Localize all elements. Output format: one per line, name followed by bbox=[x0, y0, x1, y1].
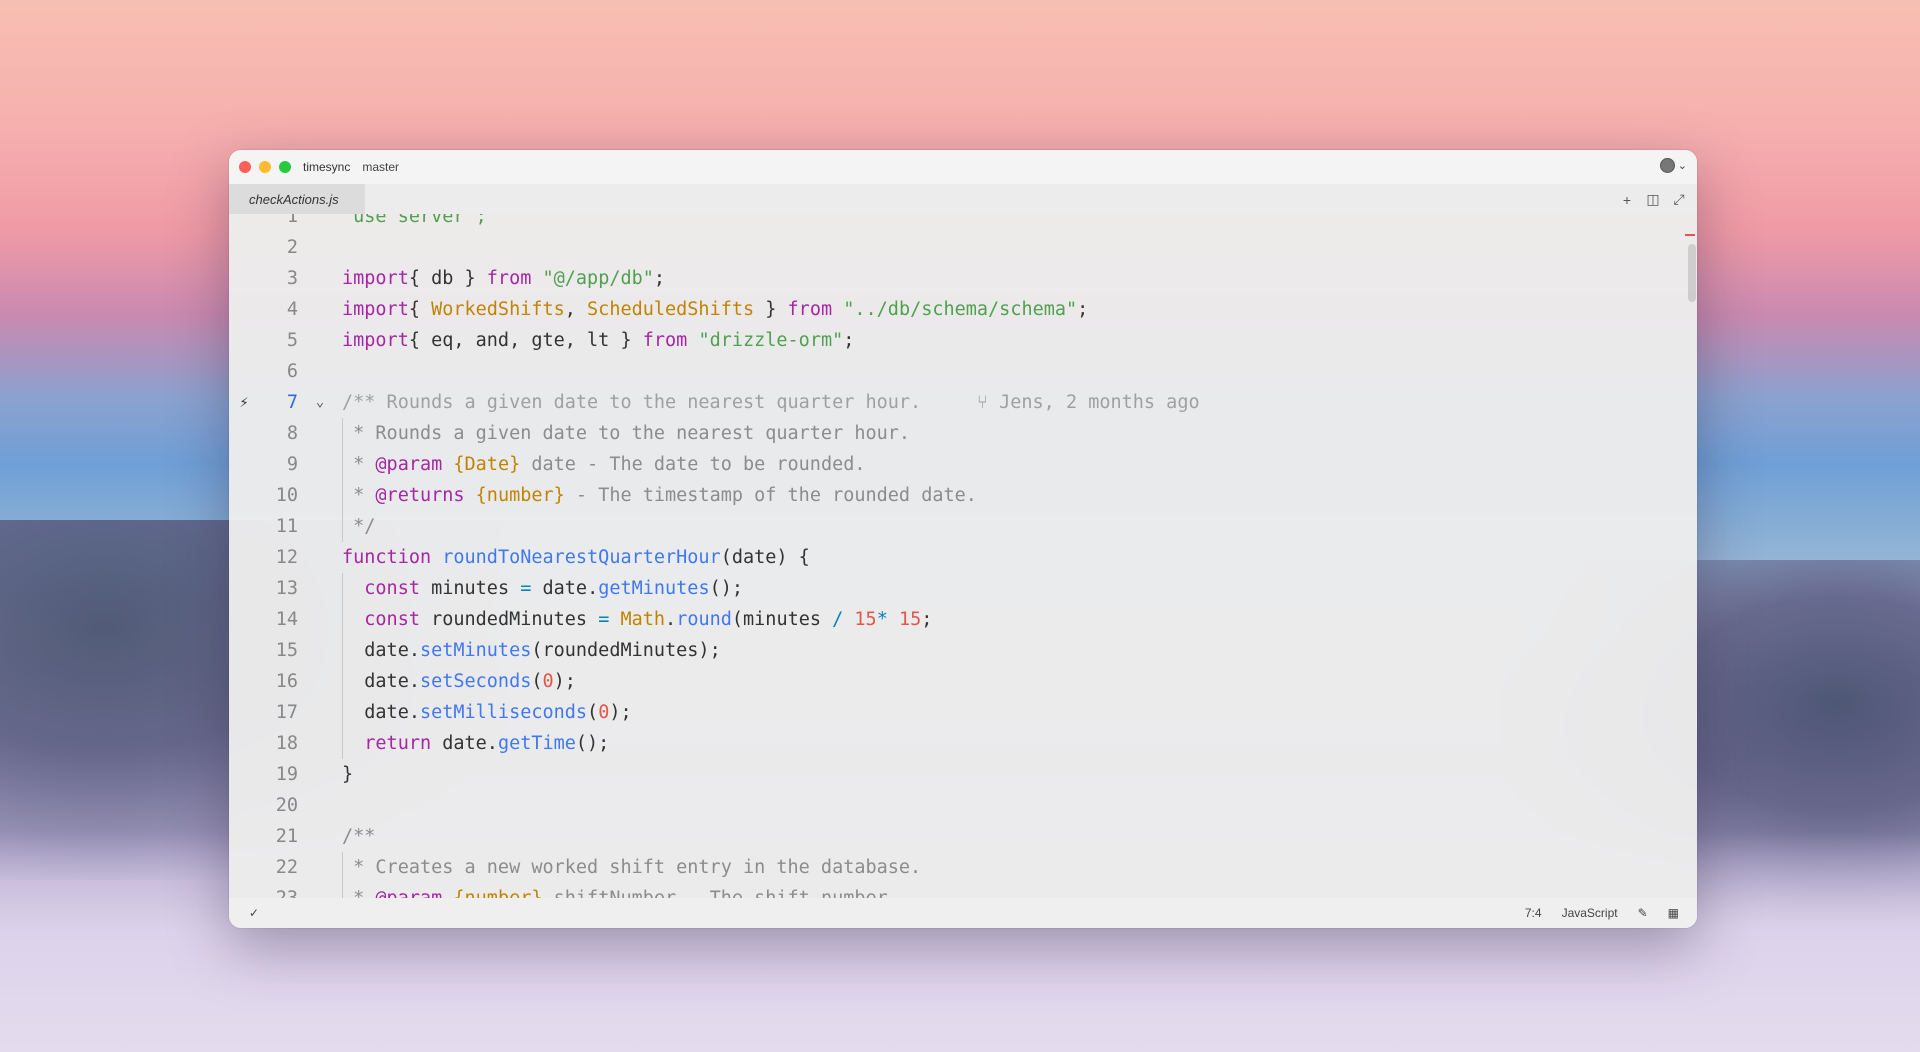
line-number: 8 bbox=[286, 423, 298, 444]
line-number: 3 bbox=[286, 268, 298, 289]
code-text: const roundedMinutes = Math.round(minute… bbox=[364, 609, 933, 630]
code-text: import{ eq, and, gte, lt } from "drizzle… bbox=[342, 330, 855, 351]
code-line[interactable]: 3 import{ db } from "@/app/db"; bbox=[229, 263, 1697, 294]
line-number: 10 bbox=[275, 485, 298, 506]
code-text: date.setMilliseconds(0); bbox=[342, 702, 632, 723]
code-line[interactable]: 17 date.setMilliseconds(0); bbox=[229, 697, 1697, 728]
code-text: * @param {Date} date - The date to be ro… bbox=[342, 454, 866, 475]
code-text: return date.getTime(); bbox=[364, 733, 610, 754]
chevron-down-icon: ⌄ bbox=[1677, 160, 1687, 172]
status-bar: ✓ 7:4 JavaScript ✎ ▦ bbox=[229, 898, 1697, 928]
code-text: /** Rounds a given date to the nearest q… bbox=[342, 392, 1200, 413]
line-number: 1 bbox=[286, 214, 298, 227]
code-line[interactable]: 20 bbox=[229, 790, 1697, 821]
line-number: 14 bbox=[275, 609, 298, 630]
code-text: date.setSeconds(0); bbox=[342, 671, 576, 692]
line-number: 5 bbox=[286, 330, 298, 351]
code-line[interactable]: 22 * Creates a new worked shift entry in… bbox=[229, 852, 1697, 883]
line-number: 6 bbox=[286, 361, 298, 382]
tab-actions: + ◫ ⤢ bbox=[1619, 191, 1687, 208]
avatar bbox=[1659, 158, 1675, 173]
title-bar: timesync master ⌄ bbox=[229, 150, 1697, 184]
code-text: 'use server'; bbox=[342, 214, 487, 227]
code-text: * @param {number} shiftNumber - The shif… bbox=[342, 883, 899, 898]
code-line[interactable]: 11 */ bbox=[229, 511, 1697, 542]
line-number: 13 bbox=[275, 578, 298, 599]
code-line[interactable]: 2 bbox=[229, 232, 1697, 263]
git-blame-annotation[interactable]: ⑂ Jens, 2 months ago bbox=[921, 392, 1200, 413]
code-text: * Rounds a given date to the nearest qua… bbox=[342, 423, 911, 444]
code-line[interactable]: 19} bbox=[229, 759, 1697, 790]
code-text: const minutes = date.getMinutes(); bbox=[364, 578, 744, 599]
code-line[interactable]: 1 'use server'; bbox=[229, 214, 1697, 232]
project-name[interactable]: timesync bbox=[303, 160, 350, 174]
code-line[interactable]: 9 * @param {Date} date - The date to be … bbox=[229, 449, 1697, 480]
code-text: * @returns {number} - The timestamp of t… bbox=[342, 485, 977, 506]
panel-icon[interactable]: ▦ bbox=[1668, 906, 1679, 920]
code-line[interactable]: 23 * @param {number} shiftNumber - The s… bbox=[229, 883, 1697, 898]
tab-file[interactable]: checkActions.js bbox=[229, 184, 365, 214]
scrollbar[interactable] bbox=[1685, 214, 1697, 898]
language-mode[interactable]: JavaScript bbox=[1562, 906, 1618, 920]
line-number: 9 bbox=[286, 454, 298, 475]
window-controls bbox=[239, 161, 291, 173]
code-line[interactable]: 13 const minutes = date.getMinutes(); bbox=[229, 573, 1697, 604]
editor-window: timesync master ⌄ checkActions.js + ◫ ⤢ … bbox=[229, 150, 1697, 928]
line-number: 12 bbox=[275, 547, 298, 568]
minimize-window-button[interactable] bbox=[259, 161, 271, 173]
code-line[interactable]: 15 date.setMinutes(roundedMinutes); bbox=[229, 635, 1697, 666]
line-number: 18 bbox=[275, 733, 298, 754]
line-number: 22 bbox=[275, 857, 298, 878]
split-view-icon[interactable]: ◫ bbox=[1645, 191, 1661, 208]
line-number: 19 bbox=[275, 764, 298, 785]
code-editor[interactable]: 1'use server'; 2 3 import{ db } from "@/app… bbox=[229, 214, 1697, 898]
line-number: 20 bbox=[275, 795, 298, 816]
zoom-window-button[interactable] bbox=[279, 161, 291, 173]
expand-icon[interactable]: ⤢ bbox=[1671, 191, 1687, 208]
branch-name[interactable]: master bbox=[362, 160, 399, 174]
line-number: 4 bbox=[286, 299, 298, 320]
line-number: 15 bbox=[275, 640, 298, 661]
line-number: 23 bbox=[229, 883, 298, 898]
cursor-position[interactable]: 7:4 bbox=[1525, 906, 1542, 920]
scrollbar-thumb[interactable] bbox=[1688, 244, 1696, 302]
code-line[interactable]: 16 date.setSeconds(0); bbox=[229, 666, 1697, 697]
line-number: 7 bbox=[286, 392, 298, 413]
code-text: import{ WorkedShifts, ScheduledShifts } … bbox=[342, 299, 1089, 320]
code-text: * Creates a new worked shift entry in th… bbox=[342, 857, 922, 878]
account-menu[interactable]: ⌄ bbox=[1659, 158, 1687, 173]
code-line[interactable]: 14 const roundedMinutes = Math.round(min… bbox=[229, 604, 1697, 635]
code-text: /** bbox=[342, 826, 376, 847]
plus-icon[interactable]: + bbox=[1619, 192, 1635, 208]
line-number: 2 bbox=[286, 237, 298, 258]
line-number: 21 bbox=[275, 826, 298, 847]
code-text: } bbox=[342, 764, 354, 785]
line-number: 17 bbox=[275, 702, 298, 723]
scrollbar-diagnostic-marker bbox=[1685, 234, 1695, 236]
code-text: function roundToNearestQuarterHour(date)… bbox=[342, 547, 810, 568]
code-line[interactable]: 21 /** bbox=[229, 821, 1697, 852]
code-line[interactable]: 12 function roundToNearestQuarterHour(dat… bbox=[229, 542, 1697, 573]
code-line[interactable]: 5 import{ eq, and, gte, lt } from "drizzl… bbox=[229, 325, 1697, 356]
close-window-button[interactable] bbox=[239, 161, 251, 173]
code-text: */ bbox=[342, 516, 376, 537]
code-line[interactable]: 18 return date.getTime(); bbox=[229, 728, 1697, 759]
check-icon[interactable]: ✓ bbox=[249, 906, 259, 920]
code-line[interactable]: 4 import{ WorkedShifts, ScheduledShifts }… bbox=[229, 294, 1697, 325]
code-text: date.setMinutes(roundedMinutes); bbox=[342, 640, 721, 661]
code-line[interactable]: 10 * @returns {number} - The timestamp o… bbox=[229, 480, 1697, 511]
code-lines: 1'use server'; 2 3 import{ db } from "@/app… bbox=[229, 214, 1697, 898]
code-line[interactable]: ⚡ 7 ⌄/** Rounds a given date to the neares… bbox=[229, 387, 1697, 418]
tab-bar: checkActions.js + ◫ ⤢ bbox=[229, 184, 1697, 214]
code-text: import{ db } from "@/app/db"; bbox=[342, 268, 666, 289]
code-line[interactable]: 6 bbox=[229, 356, 1697, 387]
fold-chevron-icon[interactable]: ⌄ bbox=[313, 387, 327, 418]
line-number: 16 bbox=[275, 671, 298, 692]
code-line[interactable]: 8 * Rounds a given date to the nearest q… bbox=[229, 418, 1697, 449]
line-number: 11 bbox=[275, 516, 298, 537]
assistant-icon[interactable]: ✎ bbox=[1638, 906, 1648, 920]
